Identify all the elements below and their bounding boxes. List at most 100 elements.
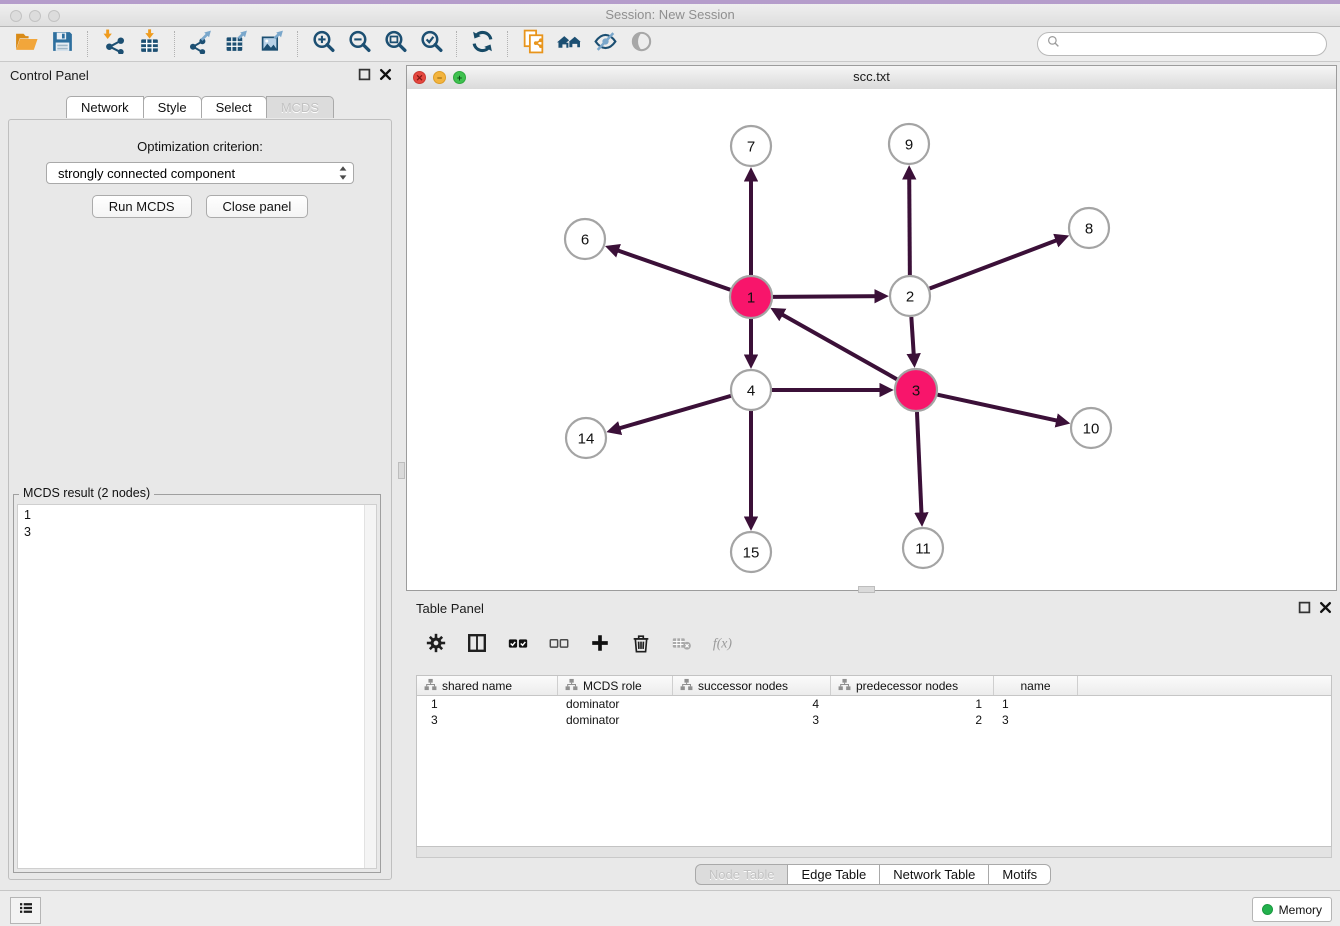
network-minimize-button[interactable]: −: [433, 71, 446, 84]
graph-node-1[interactable]: 1: [730, 276, 772, 318]
export-image-button[interactable]: [254, 29, 290, 59]
zoom-window-button[interactable]: [48, 10, 60, 22]
column-header-predecessor-nodes[interactable]: predecessor nodes: [831, 676, 994, 695]
table-cell[interactable]: dominator: [558, 713, 673, 727]
column-header-successor-nodes[interactable]: successor nodes: [673, 676, 831, 695]
run-mcds-button[interactable]: Run MCDS: [92, 195, 192, 218]
vertical-splitter-handle[interactable]: [398, 462, 405, 479]
column-header-name[interactable]: name: [994, 676, 1078, 695]
tab-network[interactable]: Network: [66, 96, 144, 118]
table-cell[interactable]: 1: [994, 697, 1078, 711]
table-settings-button[interactable]: [424, 633, 448, 657]
table-cell[interactable]: 1: [831, 697, 994, 711]
table-cell[interactable]: 1: [417, 697, 558, 711]
graph-edge-3-11[interactable]: [917, 412, 922, 523]
node-label: 1: [747, 289, 755, 306]
network-close-button[interactable]: ✕: [413, 71, 426, 84]
tab-style[interactable]: Style: [143, 96, 202, 118]
table-x-icon: [671, 632, 693, 659]
minimize-window-button[interactable]: [29, 10, 41, 22]
table-cell[interactable]: dominator: [558, 697, 673, 711]
tab-mcds[interactable]: MCDS: [266, 96, 334, 118]
graph-node-14[interactable]: 14: [566, 418, 606, 458]
graph-edge-2-8[interactable]: [930, 237, 1066, 288]
graph-node-3[interactable]: 3: [895, 369, 937, 411]
column-header-shared-name[interactable]: shared name: [417, 676, 558, 695]
graph-node-11[interactable]: 11: [903, 528, 943, 568]
node-label: 11: [915, 540, 931, 557]
table-cell[interactable]: 3: [994, 713, 1078, 727]
table-tab-network-table[interactable]: Network Table: [879, 864, 989, 885]
graph-node-6[interactable]: 6: [565, 219, 605, 259]
zoom-out-button[interactable]: [341, 29, 377, 59]
network-canvas[interactable]: 7 9 6 8 1 2 4 3 14 10 15 11: [407, 89, 1336, 590]
graph-edge-2-9[interactable]: [909, 169, 910, 275]
float-panel-icon[interactable]: [358, 68, 371, 81]
table-cell[interactable]: 4: [673, 697, 831, 711]
table-cell[interactable]: 3: [673, 713, 831, 727]
import-network-button[interactable]: [95, 29, 131, 59]
network-window-titlebar[interactable]: ✕ − + scc.txt: [407, 66, 1336, 90]
table-tab-node-table[interactable]: Node Table: [695, 864, 789, 885]
close-panel-button[interactable]: Close panel: [206, 195, 309, 218]
graph-node-4[interactable]: 4: [731, 370, 771, 410]
graphics-details-button[interactable]: [587, 29, 623, 59]
graph-edge-1-2[interactable]: [773, 296, 885, 297]
close-table-panel-icon[interactable]: [1319, 601, 1332, 614]
zoom-in-button[interactable]: [305, 29, 341, 59]
graph-edge-3-10[interactable]: [937, 395, 1066, 423]
node-label: 6: [581, 231, 589, 248]
table-row[interactable]: 3dominator323: [417, 712, 1331, 728]
export-table-button[interactable]: [218, 29, 254, 59]
home-neighbors-button[interactable]: [551, 29, 587, 59]
table-row[interactable]: 1dominator411: [417, 696, 1331, 712]
zoom-fit-button[interactable]: [377, 29, 413, 59]
graph-node-7[interactable]: 7: [731, 126, 771, 166]
memory-button[interactable]: Memory: [1252, 897, 1332, 922]
network-maximize-button[interactable]: +: [453, 71, 466, 84]
search-box[interactable]: [1037, 32, 1327, 56]
zoom-selected-button[interactable]: [413, 29, 449, 59]
search-input[interactable]: [1061, 36, 1318, 53]
node-table: shared nameMCDS rolesuccessor nodesprede…: [416, 675, 1332, 847]
optimization-criterion-select[interactable]: strongly connected component: [46, 162, 354, 184]
save-session-button[interactable]: [44, 29, 80, 59]
graph-node-2[interactable]: 2: [890, 276, 930, 316]
open-session-button[interactable]: [8, 29, 44, 59]
horizontal-splitter-handle[interactable]: [858, 586, 875, 593]
table-hscrollbar[interactable]: [416, 847, 1332, 858]
clone-network-button[interactable]: [515, 29, 551, 59]
unselect-all-columns-button[interactable]: [547, 633, 571, 657]
table-cell[interactable]: 2: [831, 713, 994, 727]
delete-column-button[interactable]: [629, 633, 653, 657]
graph-edge-1-6[interactable]: [609, 247, 730, 289]
float-table-panel-icon[interactable]: [1298, 601, 1311, 614]
export-network-icon: [188, 29, 213, 59]
show-columns-button[interactable]: [465, 633, 489, 657]
import-table-button[interactable]: [131, 29, 167, 59]
graph-node-9[interactable]: 9: [889, 124, 929, 164]
graph-edge-4-14[interactable]: [610, 396, 730, 431]
add-column-button[interactable]: [588, 633, 612, 657]
close-window-button[interactable]: [10, 10, 22, 22]
mcds-result-box[interactable]: 1 3: [17, 504, 377, 869]
select-all-columns-button[interactable]: [506, 633, 530, 657]
tab-select[interactable]: Select: [201, 96, 267, 118]
graph-edge-3-1[interactable]: [774, 310, 897, 379]
close-panel-icon[interactable]: [379, 68, 392, 81]
graph-edge-2-3[interactable]: [911, 317, 914, 364]
export-network-button[interactable]: [182, 29, 218, 59]
table-cell[interactable]: 3: [417, 713, 558, 727]
node-label: 15: [743, 544, 760, 561]
column-header-mcds-role[interactable]: MCDS role: [558, 676, 673, 695]
table-tab-edge-table[interactable]: Edge Table: [787, 864, 880, 885]
graph-node-10[interactable]: 10: [1071, 408, 1111, 448]
tree-icon: [424, 678, 437, 694]
task-history-button[interactable]: [10, 897, 41, 924]
refresh-layout-button[interactable]: [464, 29, 500, 59]
window-controls: [10, 10, 60, 22]
graph-node-15[interactable]: 15: [731, 532, 771, 572]
table-tab-motifs[interactable]: Motifs: [988, 864, 1051, 885]
mcds-result-scrollbar[interactable]: [364, 505, 376, 868]
graph-node-8[interactable]: 8: [1069, 208, 1109, 248]
